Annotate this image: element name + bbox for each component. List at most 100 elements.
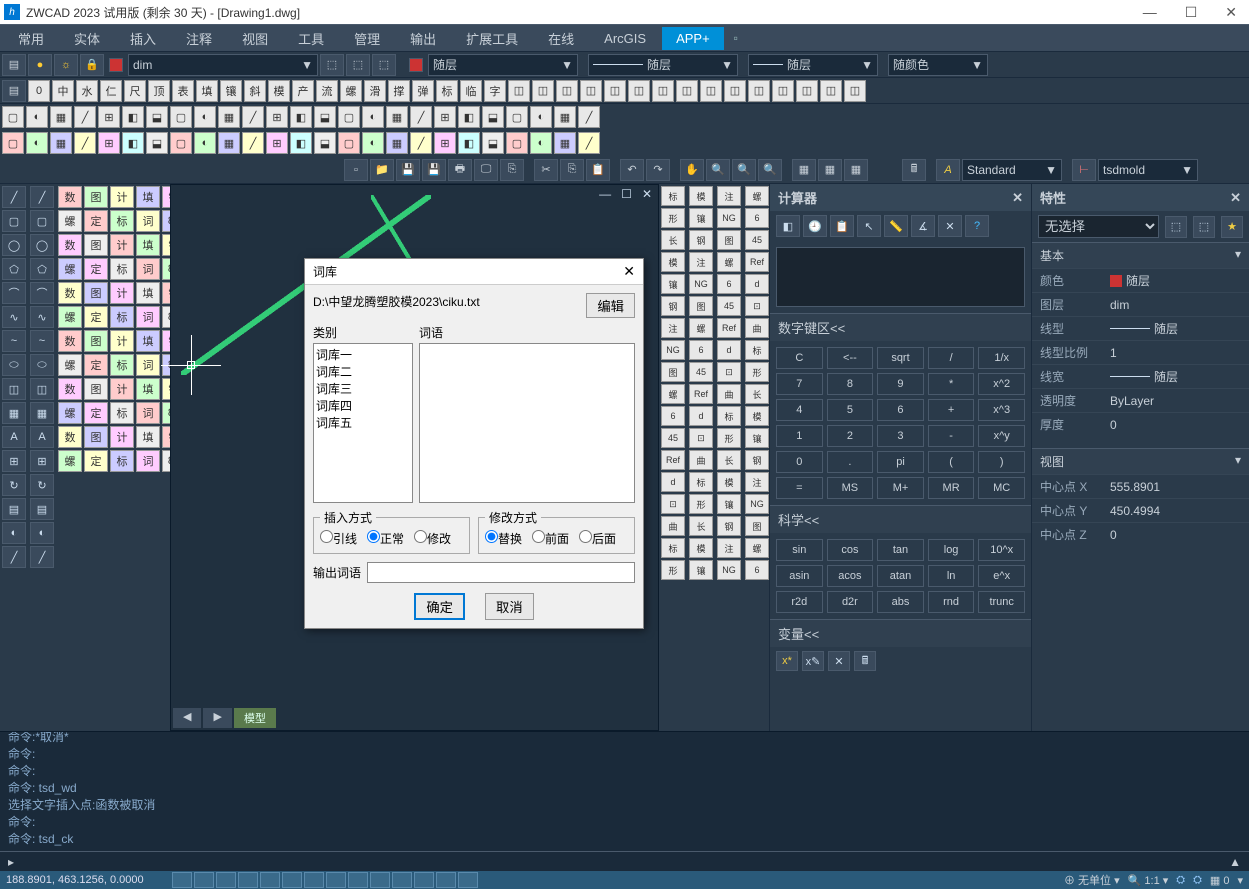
- calc-sci-header[interactable]: 科学<<: [770, 505, 1031, 533]
- cjk-流[interactable]: 流: [316, 80, 338, 102]
- palette-icon[interactable]: ╱: [242, 132, 264, 154]
- status-toggle-icon[interactable]: [260, 872, 280, 888]
- calc-key-)[interactable]: ): [978, 451, 1025, 473]
- right-tool-icon[interactable]: 长: [661, 230, 685, 250]
- props-quick-icon[interactable]: ⬚: [1193, 216, 1215, 238]
- palette-icon[interactable]: ◐: [362, 106, 384, 128]
- prop-row[interactable]: 图层dim: [1032, 292, 1249, 316]
- design-center-icon[interactable]: ▦: [818, 159, 842, 181]
- right-tool-icon[interactable]: 模: [745, 406, 769, 426]
- tab-next-icon[interactable]: ▶: [203, 708, 231, 728]
- grid-tool-icon[interactable]: 计: [110, 378, 134, 400]
- grid-tool-icon[interactable]: 图: [84, 330, 108, 352]
- grid-tool-icon[interactable]: 词: [136, 210, 160, 232]
- draw-tool-icon[interactable]: ◯: [30, 234, 54, 256]
- right-tool-icon[interactable]: 螺: [745, 186, 769, 206]
- prop-row[interactable]: 线宽随层: [1032, 364, 1249, 388]
- tool-icon[interactable]: ◫: [556, 80, 578, 102]
- grid-tool-icon[interactable]: 填: [136, 426, 160, 448]
- right-tool-icon[interactable]: 形: [661, 208, 685, 228]
- grid-tool-icon[interactable]: 定: [84, 258, 108, 280]
- paste-icon[interactable]: 📋: [586, 159, 610, 181]
- grid-tool-icon[interactable]: 计: [110, 186, 134, 208]
- palette-icon[interactable]: ◧: [122, 106, 144, 128]
- props-select[interactable]: 无选择: [1038, 215, 1159, 238]
- insert-radio[interactable]: 正常: [367, 530, 404, 547]
- menu-输出[interactable]: 输出: [396, 25, 450, 52]
- props-pick-icon[interactable]: ⬚: [1165, 216, 1187, 238]
- grid-tool-icon[interactable]: 图: [84, 282, 108, 304]
- close-button[interactable]: ✕: [1225, 4, 1237, 21]
- right-tool-icon[interactable]: 螺: [745, 538, 769, 558]
- right-tool-icon[interactable]: d: [661, 472, 685, 492]
- draw-tool-icon[interactable]: ▤: [30, 498, 54, 520]
- grid-tool-icon[interactable]: 螺: [58, 354, 82, 376]
- tool-icon[interactable]: ◫: [652, 80, 674, 102]
- grid-tool-icon[interactable]: 图: [84, 186, 108, 208]
- palette-icon[interactable]: ▦: [50, 106, 72, 128]
- right-tool-icon[interactable]: 图: [689, 296, 713, 316]
- model-tab[interactable]: 模型: [234, 708, 276, 728]
- calc-key-1/x[interactable]: 1/x: [978, 347, 1025, 369]
- prop-row[interactable]: 中心点 Z0: [1032, 522, 1249, 546]
- grid-tool-icon[interactable]: 计: [110, 330, 134, 352]
- right-tool-icon[interactable]: NG: [689, 274, 713, 294]
- prop-row[interactable]: 线型随层: [1032, 316, 1249, 340]
- new-icon[interactable]: ▫: [344, 159, 368, 181]
- right-tool-icon[interactable]: 6: [745, 208, 769, 228]
- right-tool-icon[interactable]: Ref: [717, 318, 741, 338]
- calc-key-<--[interactable]: <--: [827, 347, 874, 369]
- collapse-icon[interactable]: ▾: [1235, 453, 1241, 470]
- draw-tool-icon[interactable]: ∿: [30, 306, 54, 328]
- tool-icon[interactable]: ◫: [700, 80, 722, 102]
- palette-icon[interactable]: ▢: [170, 132, 192, 154]
- right-tool-icon[interactable]: ⊡: [745, 296, 769, 316]
- right-tool-icon[interactable]: 注: [745, 472, 769, 492]
- doc-minimize-icon[interactable]: —: [599, 187, 611, 201]
- modify-radio[interactable]: 后面: [579, 530, 616, 547]
- calc-key-MR[interactable]: MR: [928, 477, 975, 499]
- menu-ArcGIS[interactable]: ArcGIS: [590, 27, 660, 50]
- palette-icon[interactable]: ▦: [554, 132, 576, 154]
- calc-key-M+[interactable]: M+: [877, 477, 924, 499]
- textstyle-combo[interactable]: Standard▼: [962, 159, 1062, 181]
- cjk-镶[interactable]: 镶: [220, 80, 242, 102]
- cjk-表[interactable]: 表: [172, 80, 194, 102]
- open-icon[interactable]: 📁: [370, 159, 394, 181]
- draw-tool-icon[interactable]: ⬭: [30, 354, 54, 376]
- cjk-水[interactable]: 水: [76, 80, 98, 102]
- cjk-标[interactable]: 标: [436, 80, 458, 102]
- calc-pick-icon[interactable]: ↖: [857, 215, 881, 237]
- cjk-填[interactable]: 填: [196, 80, 218, 102]
- zoom-win-icon[interactable]: 🔍: [732, 159, 756, 181]
- palette-icon[interactable]: ⊞: [266, 132, 288, 154]
- palette-icon[interactable]: ▢: [338, 106, 360, 128]
- right-tool-icon[interactable]: 6: [745, 560, 769, 580]
- annotation-auto-icon[interactable]: ⛭: [1193, 874, 1202, 887]
- status-toggle-icon[interactable]: [238, 872, 258, 888]
- grid-tool-icon[interactable]: 图: [84, 234, 108, 256]
- right-tool-icon[interactable]: 钢: [745, 450, 769, 470]
- right-tool-icon[interactable]: 镶: [745, 428, 769, 448]
- draw-tool-icon[interactable]: ~: [2, 330, 26, 352]
- dimstyle-icon[interactable]: ⊢: [1072, 159, 1096, 181]
- plot-color-combo[interactable]: 随颜色▼: [888, 54, 988, 76]
- status-toggle-icon[interactable]: [216, 872, 236, 888]
- palette-icon[interactable]: ◐: [530, 132, 552, 154]
- calc-key-+[interactable]: +: [928, 399, 975, 421]
- grid-tool-icon[interactable]: 标: [110, 450, 134, 472]
- tool-icon[interactable]: ◫: [628, 80, 650, 102]
- right-tool-icon[interactable]: 45: [745, 230, 769, 250]
- right-tool-icon[interactable]: 长: [717, 450, 741, 470]
- calc-sci-abs[interactable]: abs: [877, 591, 924, 613]
- palette-icon[interactable]: ▦: [218, 106, 240, 128]
- cjk-顶[interactable]: 顶: [148, 80, 170, 102]
- right-tool-icon[interactable]: ⊡: [717, 362, 741, 382]
- menu-实体[interactable]: 实体: [60, 25, 114, 52]
- command-input[interactable]: [14, 854, 1229, 869]
- draw-tool-icon[interactable]: A: [30, 426, 54, 448]
- tool-icon[interactable]: ◫: [748, 80, 770, 102]
- right-tool-icon[interactable]: 注: [689, 252, 713, 272]
- draw-tool-icon[interactable]: ▢: [30, 210, 54, 232]
- right-tool-icon[interactable]: 镶: [717, 494, 741, 514]
